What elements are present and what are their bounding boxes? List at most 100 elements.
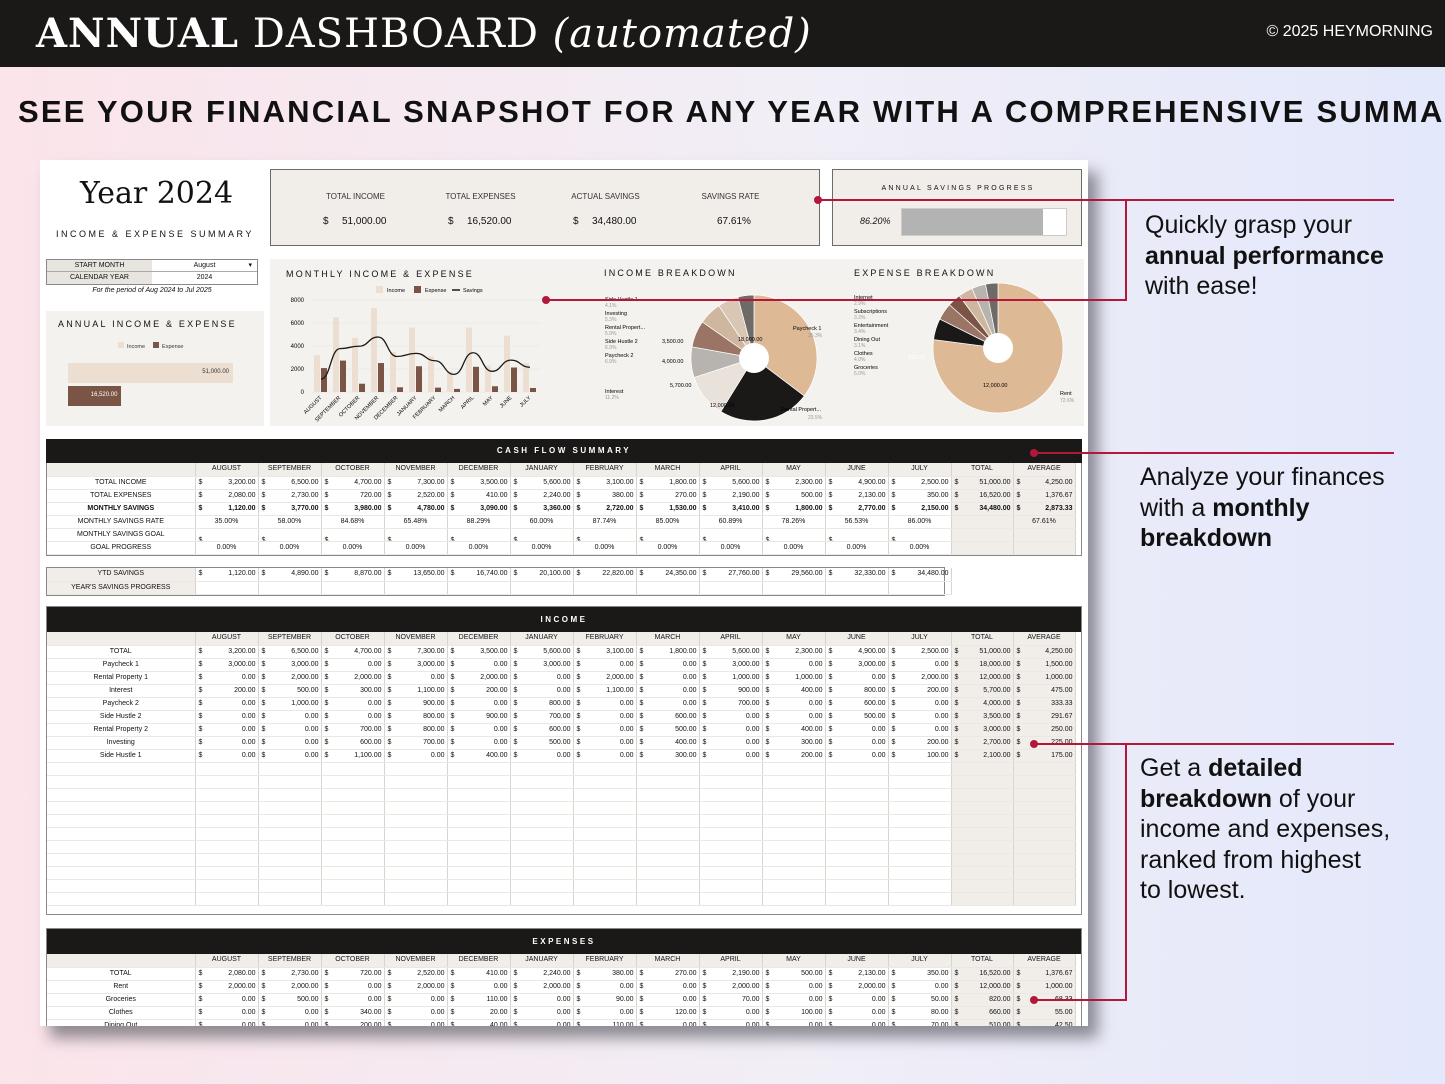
value-cell[interactable]: $475.00 (1013, 684, 1076, 698)
value-cell[interactable]: $900.00 (447, 710, 511, 724)
value-cell[interactable]: 60.89% (699, 515, 763, 529)
value-cell[interactable]: $0.00 (699, 710, 763, 724)
empty-cell[interactable] (699, 827, 763, 841)
value-cell[interactable]: $0.00 (384, 993, 448, 1007)
value-cell[interactable]: $2,100.00 (951, 749, 1014, 763)
value-cell[interactable] (258, 581, 322, 595)
empty-cell[interactable] (573, 775, 637, 789)
value-cell[interactable]: $6,500.00 (258, 476, 322, 490)
value-cell[interactable]: $12,000.00 (951, 980, 1014, 994)
value-cell[interactable] (825, 581, 889, 595)
value-cell[interactable]: $ (195, 528, 259, 542)
value-cell[interactable]: 87.74% (573, 515, 637, 529)
empty-cell[interactable] (1013, 879, 1076, 893)
empty-cell[interactable] (699, 866, 763, 880)
value-cell[interactable]: $2,720.00 (573, 502, 637, 516)
value-cell[interactable]: $2,000.00 (384, 980, 448, 994)
value-cell[interactable]: $1,120.00 (195, 568, 259, 582)
empty-cell[interactable] (195, 892, 259, 906)
value-cell[interactable]: $3,200.00 (195, 645, 259, 659)
empty-cell[interactable] (762, 892, 826, 906)
value-cell[interactable]: 0.00% (321, 541, 385, 555)
empty-cell[interactable] (636, 879, 700, 893)
empty-cell[interactable] (1013, 866, 1076, 880)
empty-cell[interactable] (1013, 827, 1076, 841)
value-cell[interactable]: $200.00 (888, 684, 952, 698)
value-cell[interactable] (447, 581, 511, 595)
empty-cell[interactable] (762, 853, 826, 867)
empty-cell[interactable] (47, 879, 196, 893)
value-cell[interactable]: $1,800.00 (636, 645, 700, 659)
value-cell[interactable]: $42.50 (1013, 1019, 1076, 1026)
value-cell[interactable]: $400.00 (636, 736, 700, 750)
value-cell[interactable]: $1,376.67 (1013, 967, 1076, 981)
value-cell[interactable]: $1,000.00 (258, 697, 322, 711)
empty-cell[interactable] (888, 814, 952, 828)
value-cell[interactable]: $4,250.00 (1013, 476, 1076, 490)
empty-cell[interactable] (258, 801, 322, 815)
empty-cell[interactable] (258, 892, 322, 906)
empty-cell[interactable] (510, 762, 574, 776)
empty-cell[interactable] (510, 892, 574, 906)
value-cell[interactable]: 0.00% (510, 541, 574, 555)
calendar-year-input[interactable]: 2024 (152, 272, 257, 284)
value-cell[interactable]: $0.00 (510, 1006, 574, 1020)
value-cell[interactable]: $ (321, 528, 385, 542)
value-cell[interactable]: 88.29% (447, 515, 511, 529)
empty-cell[interactable] (636, 892, 700, 906)
value-cell[interactable]: $0.00 (762, 710, 826, 724)
empty-cell[interactable] (447, 814, 511, 828)
value-cell[interactable]: $50.00 (888, 993, 952, 1007)
empty-cell[interactable] (825, 801, 889, 815)
value-cell[interactable]: $1,100.00 (573, 684, 637, 698)
value-cell[interactable]: $100.00 (762, 1006, 826, 1020)
value-cell[interactable] (1013, 541, 1076, 555)
value-cell[interactable]: $20.00 (447, 1006, 511, 1020)
value-cell[interactable]: $270.00 (636, 489, 700, 503)
value-cell[interactable]: $3,100.00 (573, 476, 637, 490)
empty-cell[interactable] (951, 762, 1014, 776)
value-cell[interactable]: $2,730.00 (258, 489, 322, 503)
value-cell[interactable]: $660.00 (951, 1006, 1014, 1020)
value-cell[interactable]: $16,520.00 (951, 489, 1014, 503)
empty-cell[interactable] (699, 775, 763, 789)
value-cell[interactable]: $500.00 (762, 967, 826, 981)
value-cell[interactable]: $2,000.00 (573, 671, 637, 685)
value-cell[interactable]: $7,300.00 (384, 645, 448, 659)
value-cell[interactable]: $0.00 (510, 749, 574, 763)
value-cell[interactable]: $0.00 (573, 697, 637, 711)
empty-cell[interactable] (636, 762, 700, 776)
value-cell[interactable]: $3,000.00 (384, 658, 448, 672)
value-cell[interactable]: $6,500.00 (258, 645, 322, 659)
empty-cell[interactable] (321, 853, 385, 867)
value-cell[interactable] (951, 528, 1014, 542)
value-cell[interactable]: $0.00 (321, 980, 385, 994)
empty-cell[interactable] (888, 853, 952, 867)
empty-cell[interactable] (888, 827, 952, 841)
empty-cell[interactable] (47, 788, 196, 802)
value-cell[interactable]: $0.00 (384, 671, 448, 685)
empty-cell[interactable] (636, 853, 700, 867)
value-cell[interactable]: $3,000.00 (699, 658, 763, 672)
empty-cell[interactable] (762, 801, 826, 815)
value-cell[interactable]: $2,080.00 (195, 489, 259, 503)
value-cell[interactable]: $2,190.00 (699, 489, 763, 503)
value-cell[interactable] (699, 581, 763, 595)
value-cell[interactable]: 0.00% (447, 541, 511, 555)
empty-cell[interactable] (699, 801, 763, 815)
empty-cell[interactable] (447, 762, 511, 776)
value-cell[interactable]: 56.53% (825, 515, 889, 529)
value-cell[interactable]: $1,800.00 (762, 502, 826, 516)
empty-cell[interactable] (951, 814, 1014, 828)
value-cell[interactable]: $0.00 (636, 684, 700, 698)
value-cell[interactable]: $0.00 (573, 723, 637, 737)
value-cell[interactable]: $0.00 (195, 671, 259, 685)
value-cell[interactable]: $333.33 (1013, 697, 1076, 711)
value-cell[interactable]: $0.00 (258, 1019, 322, 1026)
empty-cell[interactable] (47, 801, 196, 815)
value-cell[interactable] (195, 581, 259, 595)
empty-cell[interactable] (195, 840, 259, 854)
empty-cell[interactable] (762, 879, 826, 893)
value-cell[interactable]: $120.00 (636, 1006, 700, 1020)
empty-cell[interactable] (447, 840, 511, 854)
